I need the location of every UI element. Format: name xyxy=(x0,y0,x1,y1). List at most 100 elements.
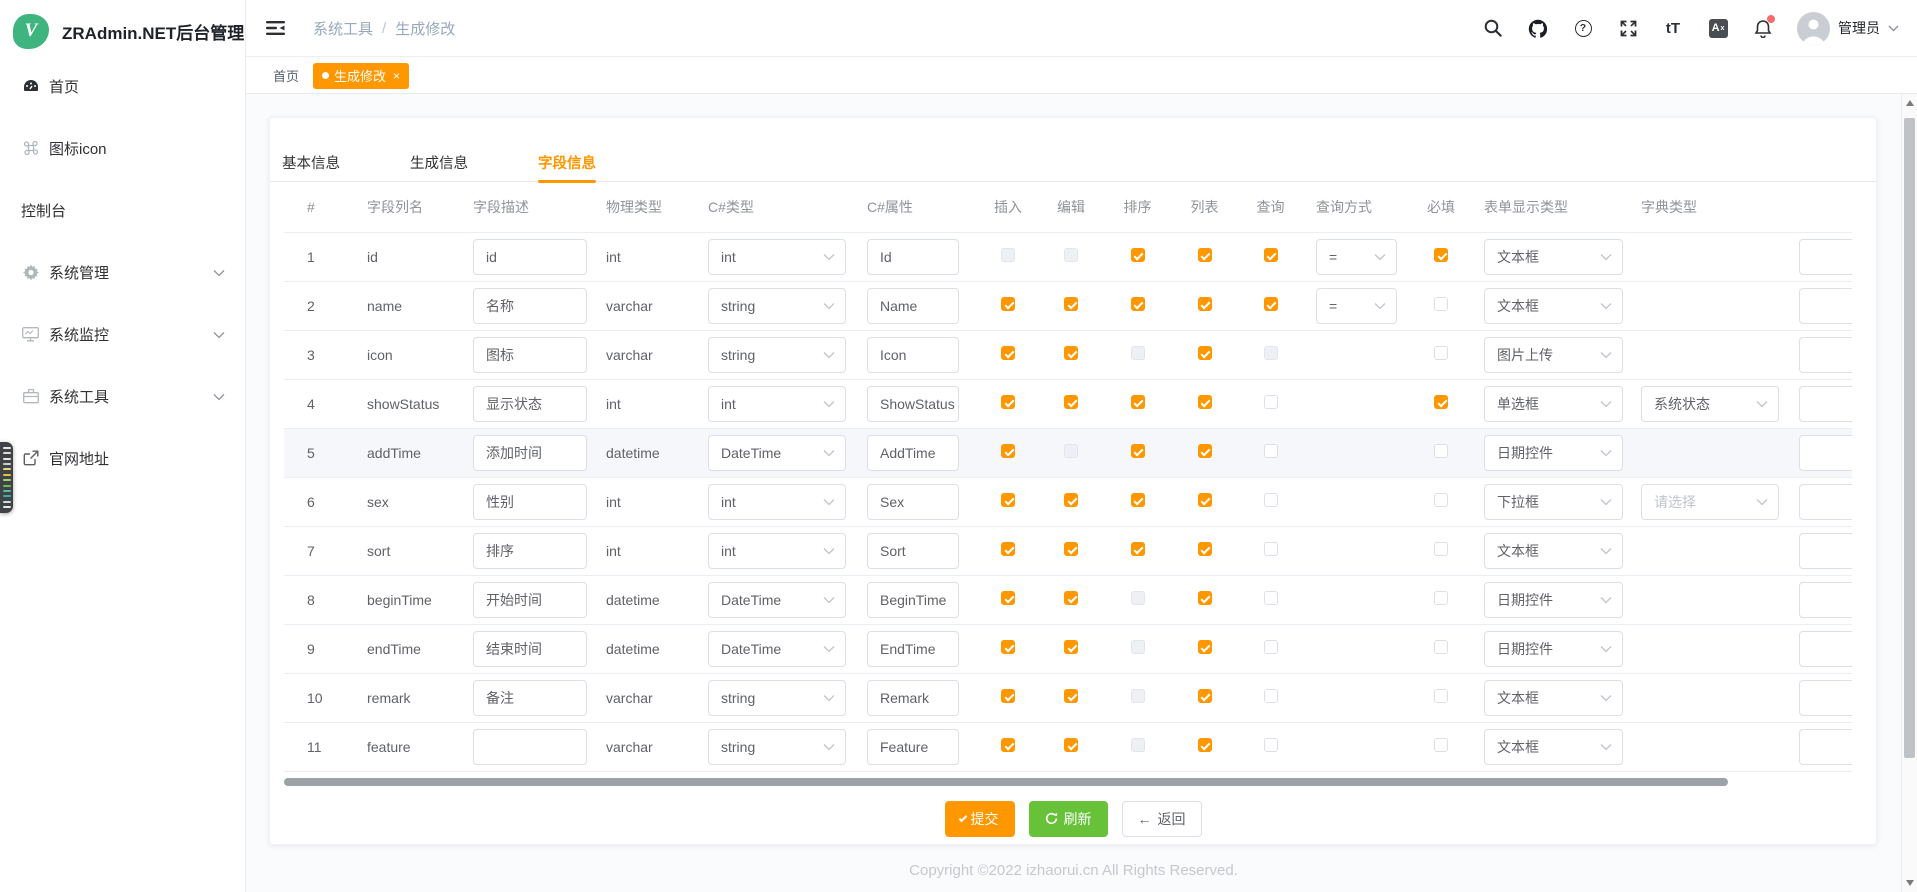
github-icon[interactable] xyxy=(1527,17,1549,39)
cs-type-select[interactable]: string xyxy=(708,729,846,765)
required-checkbox[interactable] xyxy=(1434,297,1448,311)
extra-input[interactable] xyxy=(1799,582,1852,618)
form-type-select[interactable]: 日期控件 xyxy=(1484,582,1623,618)
sort-checkbox[interactable] xyxy=(1131,689,1145,703)
scroll-down-arrow-icon[interactable] xyxy=(1906,880,1914,886)
description-input[interactable]: 排序 xyxy=(473,533,587,569)
required-checkbox[interactable] xyxy=(1434,640,1448,654)
insert-checkbox[interactable] xyxy=(1001,346,1015,360)
required-checkbox[interactable] xyxy=(1434,493,1448,507)
edit-checkbox[interactable] xyxy=(1064,640,1078,654)
extra-input[interactable] xyxy=(1799,337,1852,373)
horizontal-scrollbar-thumb[interactable] xyxy=(284,778,1728,786)
submit-button[interactable]: 提交 xyxy=(945,801,1015,837)
description-input[interactable]: 备注 xyxy=(473,680,587,716)
help-icon[interactable]: ? xyxy=(1572,17,1594,39)
required-checkbox[interactable] xyxy=(1434,248,1448,262)
cs-type-select[interactable]: DateTime xyxy=(708,631,846,667)
query-mode-select[interactable]: = xyxy=(1316,239,1397,275)
insert-checkbox[interactable] xyxy=(1001,297,1015,311)
cs-type-select[interactable]: int xyxy=(708,386,846,422)
description-input[interactable]: 显示状态 xyxy=(473,386,587,422)
sort-checkbox[interactable] xyxy=(1131,444,1145,458)
refresh-button[interactable]: 刷新 xyxy=(1029,801,1108,837)
required-checkbox[interactable] xyxy=(1434,542,1448,556)
fullscreen-icon[interactable] xyxy=(1617,17,1639,39)
extra-input[interactable] xyxy=(1799,680,1852,716)
edit-checkbox[interactable] xyxy=(1064,738,1078,752)
sort-checkbox[interactable] xyxy=(1131,591,1145,605)
query-checkbox[interactable] xyxy=(1264,297,1278,311)
description-input[interactable]: 开始时间 xyxy=(473,582,587,618)
description-input[interactable]: id xyxy=(473,239,587,275)
list-checkbox[interactable] xyxy=(1198,591,1212,605)
description-input[interactable]: 结束时间 xyxy=(473,631,587,667)
required-checkbox[interactable] xyxy=(1434,689,1448,703)
back-button[interactable]: ← 返回 xyxy=(1122,801,1202,837)
cs-type-select[interactable]: DateTime xyxy=(708,582,846,618)
dict-type-select[interactable]: 系统状态 xyxy=(1641,386,1779,422)
insert-checkbox[interactable] xyxy=(1001,248,1015,262)
extra-input[interactable] xyxy=(1799,239,1852,275)
cs-type-select[interactable]: int xyxy=(708,484,846,520)
cs-property-input[interactable]: EndTime xyxy=(867,631,959,667)
sidebar-item-monitor[interactable]: 系统监控 xyxy=(0,303,245,365)
user-menu[interactable]: 管理员 xyxy=(1797,12,1899,45)
insert-checkbox[interactable] xyxy=(1001,542,1015,556)
search-icon[interactable] xyxy=(1482,17,1504,39)
extra-input[interactable] xyxy=(1799,533,1852,569)
query-checkbox[interactable] xyxy=(1264,493,1278,507)
edit-checkbox[interactable] xyxy=(1064,297,1078,311)
insert-checkbox[interactable] xyxy=(1001,640,1015,654)
sidebar-item-command[interactable]: 图标icon xyxy=(0,117,245,179)
edit-checkbox[interactable] xyxy=(1064,346,1078,360)
cs-type-select[interactable]: DateTime xyxy=(708,435,846,471)
cs-property-input[interactable]: Sex xyxy=(867,484,959,520)
tag-close-icon[interactable]: × xyxy=(393,69,400,83)
query-checkbox[interactable] xyxy=(1264,738,1278,752)
description-input[interactable]: 图标 xyxy=(473,337,587,373)
description-input[interactable] xyxy=(473,729,587,765)
required-checkbox[interactable] xyxy=(1434,591,1448,605)
query-checkbox[interactable] xyxy=(1264,591,1278,605)
list-checkbox[interactable] xyxy=(1198,346,1212,360)
cs-type-select[interactable]: int xyxy=(708,533,846,569)
insert-checkbox[interactable] xyxy=(1001,591,1015,605)
insert-checkbox[interactable] xyxy=(1001,689,1015,703)
sort-checkbox[interactable] xyxy=(1131,248,1145,262)
form-type-select[interactable]: 文本框 xyxy=(1484,239,1623,275)
query-checkbox[interactable] xyxy=(1264,542,1278,556)
form-type-select[interactable]: 日期控件 xyxy=(1484,435,1623,471)
form-type-select[interactable]: 文本框 xyxy=(1484,680,1623,716)
cs-property-input[interactable]: Icon xyxy=(867,337,959,373)
breadcrumb-item[interactable]: 系统工具 xyxy=(313,18,373,39)
extra-input[interactable] xyxy=(1799,729,1852,765)
description-input[interactable]: 性别 xyxy=(473,484,587,520)
edit-checkbox[interactable] xyxy=(1064,591,1078,605)
list-checkbox[interactable] xyxy=(1198,248,1212,262)
cs-type-select[interactable]: string xyxy=(708,680,846,716)
list-checkbox[interactable] xyxy=(1198,689,1212,703)
extra-input[interactable] xyxy=(1799,288,1852,324)
sort-checkbox[interactable] xyxy=(1131,493,1145,507)
vertical-scrollbar-thumb[interactable] xyxy=(1904,118,1915,758)
cs-type-select[interactable]: string xyxy=(708,337,846,373)
extra-input[interactable] xyxy=(1799,386,1852,422)
query-checkbox[interactable] xyxy=(1264,346,1278,360)
sidebar-item-dashboard[interactable]: 首页 xyxy=(0,55,245,117)
cs-property-input[interactable]: Remark xyxy=(867,680,959,716)
sort-checkbox[interactable] xyxy=(1131,346,1145,360)
sort-checkbox[interactable] xyxy=(1131,640,1145,654)
edit-checkbox[interactable] xyxy=(1064,248,1078,262)
list-checkbox[interactable] xyxy=(1198,738,1212,752)
dict-type-select[interactable]: 请选择 xyxy=(1641,484,1779,520)
form-type-select[interactable]: 文本框 xyxy=(1484,533,1623,569)
insert-checkbox[interactable] xyxy=(1001,444,1015,458)
query-checkbox[interactable] xyxy=(1264,248,1278,262)
list-checkbox[interactable] xyxy=(1198,640,1212,654)
cs-type-select[interactable]: string xyxy=(708,288,846,324)
required-checkbox[interactable] xyxy=(1434,395,1448,409)
edit-checkbox[interactable] xyxy=(1064,444,1078,458)
required-checkbox[interactable] xyxy=(1434,738,1448,752)
scroll-up-arrow-icon[interactable] xyxy=(1906,100,1914,106)
